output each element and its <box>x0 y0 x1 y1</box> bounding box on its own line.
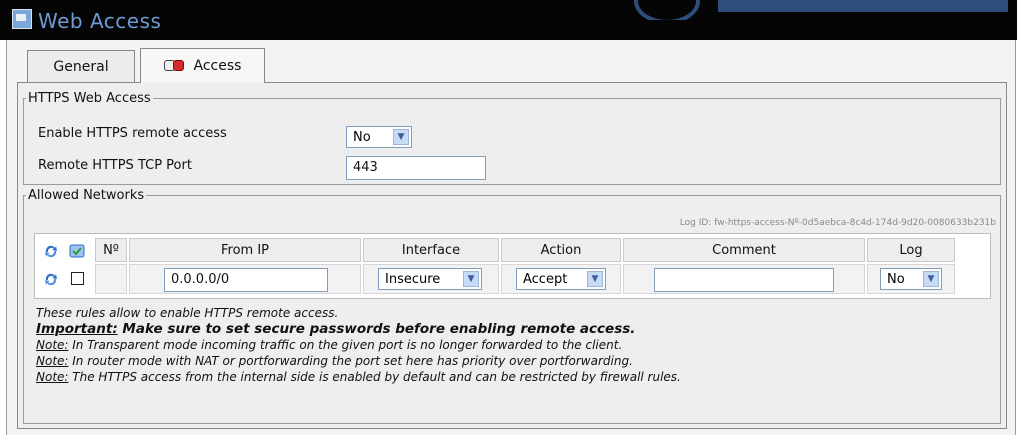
interface-cell: Insecure ▼ <box>363 264 499 294</box>
enable-https-label: Enable HTTPS remote access <box>38 126 227 141</box>
comment-cell <box>623 264 865 294</box>
tab-access-label: Access <box>193 58 242 74</box>
add-icon[interactable] <box>69 243 85 259</box>
column-header-log: Log <box>867 238 955 262</box>
https-web-access-section: HTTPS Web Access Enable HTTPS remote acc… <box>23 91 1001 185</box>
row-select-checkbox[interactable] <box>71 272 84 285</box>
from-ip-input[interactable]: 0.0.0.0/0 <box>164 268 328 292</box>
window-icon <box>12 9 32 29</box>
https-port-input[interactable]: 443 <box>346 156 486 180</box>
note-label-2: Note: <box>36 354 69 368</box>
tab-general-label: General <box>53 59 109 75</box>
access-tab-icon <box>163 60 186 72</box>
chevron-down-icon: ▼ <box>587 271 603 287</box>
column-header-from-ip: From IP <box>129 238 361 262</box>
tab-general[interactable]: General <box>27 50 135 83</box>
row-number-cell <box>95 264 127 294</box>
log-id: Log ID: fw-https-access-Nº-0d5aebca-8c4d… <box>679 218 996 228</box>
interface-select[interactable]: Insecure ▼ <box>378 268 482 290</box>
tab-access[interactable]: Access <box>140 48 265 83</box>
column-header-action: Action <box>501 238 621 262</box>
note-label-1: Note: <box>36 338 69 352</box>
notes-intro: These rules allow to enable HTTPS remote… <box>36 306 339 320</box>
log-select[interactable]: No ▼ <box>880 268 942 290</box>
important-label: Important: <box>36 321 118 337</box>
interface-value: Insecure <box>385 271 441 287</box>
action-cell: Accept ▼ <box>501 264 621 294</box>
enable-https-value: No <box>353 129 371 145</box>
column-header-comment: Comment <box>623 238 865 262</box>
column-header-interface: Interface <box>363 238 499 262</box>
from-ip-cell: 0.0.0.0/0 <box>129 264 361 294</box>
brand-logo <box>630 0 1010 20</box>
https-section-legend: HTTPS Web Access <box>28 91 151 106</box>
enable-https-select[interactable]: No ▼ <box>346 126 412 148</box>
https-port-label: Remote HTTPS TCP Port <box>38 158 192 173</box>
important-note: Important: Make sure to set secure passw… <box>36 321 681 337</box>
action-select[interactable]: Accept ▼ <box>516 268 606 290</box>
access-panel: HTTPS Web Access Enable HTTPS remote acc… <box>17 82 1007 429</box>
chevron-down-icon: ▼ <box>463 271 479 287</box>
refresh-icon[interactable] <box>43 243 59 259</box>
note-internal-access: Note: The HTTPS access from the internal… <box>36 370 681 384</box>
column-header-number: Nº <box>95 238 127 262</box>
content-area: General Access HTTPS Web Access Enable H… <box>6 40 1016 435</box>
log-cell: No ▼ <box>867 264 955 294</box>
note-router-mode: Note: In router mode with NAT or portfor… <box>36 354 633 368</box>
important-text: Make sure to set secure passwords before… <box>117 321 636 337</box>
log-value: No <box>887 271 905 287</box>
note-label-3: Note: <box>36 370 69 384</box>
chevron-down-icon: ▼ <box>923 271 939 287</box>
note-transparent-mode: Note: In Transparent mode incoming traff… <box>36 338 623 352</box>
title-bar: Web Access <box>0 0 1017 40</box>
chevron-down-icon: ▼ <box>393 129 409 145</box>
comment-input[interactable] <box>654 268 834 292</box>
help-notes: These rules allow to enable HTTPS remote… <box>36 305 681 385</box>
row-refresh-icon[interactable] <box>43 271 59 287</box>
networks-table: Nº From IP Interface Action Comment Log … <box>34 233 991 299</box>
action-value: Accept <box>523 271 568 287</box>
allowed-networks-legend: Allowed Networks <box>28 188 145 203</box>
window-title: Web Access <box>38 9 162 33</box>
